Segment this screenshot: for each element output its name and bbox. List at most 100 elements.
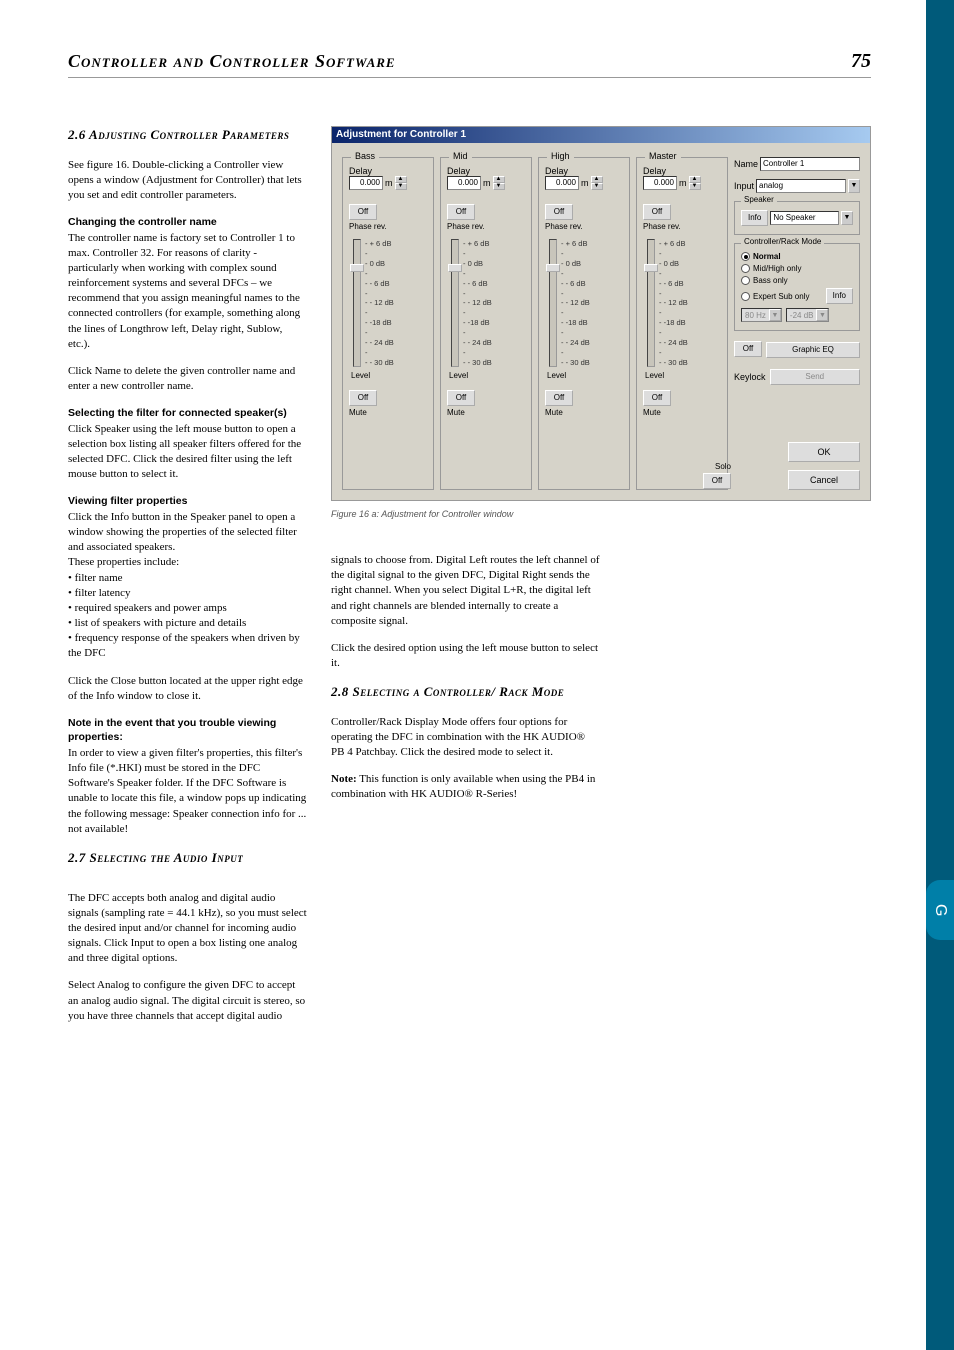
- phase-off-button[interactable]: Off: [447, 204, 475, 220]
- delay-input[interactable]: 0.000: [349, 176, 383, 190]
- chevron-down-icon[interactable]: ▼: [848, 179, 860, 193]
- slider-ticks: - + 6 dB-- 0 dB-- - 6 dB-- - 12 dB-- -18…: [365, 239, 394, 367]
- chevron-down-icon[interactable]: ▼: [493, 183, 505, 190]
- subheading: Changing the controller name: [68, 215, 307, 229]
- radio-bass[interactable]: [741, 276, 750, 285]
- adjustment-window: Adjustment for Controller 1 BassDelay0.0…: [331, 126, 871, 501]
- phase-off-button[interactable]: Off: [349, 204, 377, 220]
- speaker-info-button[interactable]: Info: [741, 210, 768, 226]
- list-item: list of speakers with picture and detail…: [68, 616, 307, 631]
- subheading: Viewing filter properties: [68, 494, 307, 508]
- window-titlebar: Adjustment for Controller 1: [332, 127, 870, 143]
- radio-label: Normal: [753, 252, 781, 261]
- group-legend: Speaker: [741, 195, 777, 204]
- spinner[interactable]: ▲▼: [689, 176, 701, 190]
- delay-input[interactable]: 0.000: [545, 176, 579, 190]
- solo-label: Solo: [715, 462, 731, 471]
- phase-label: Phase rev.: [349, 222, 427, 231]
- center-column-text: signals to choose from. Digital Left rou…: [331, 553, 601, 803]
- mute-label: Mute: [349, 408, 427, 417]
- level-slider[interactable]: [647, 239, 655, 367]
- radio-midhigh[interactable]: [741, 264, 750, 273]
- list-item: filter latency: [68, 586, 307, 601]
- phase-off-button[interactable]: Off: [643, 204, 671, 220]
- slider-thumb[interactable]: [350, 264, 364, 272]
- input-select[interactable]: analog: [756, 179, 846, 193]
- mode-info-button[interactable]: Info: [826, 288, 853, 304]
- mute-off-button[interactable]: Off: [349, 390, 377, 406]
- delay-input[interactable]: 0.000: [643, 176, 677, 190]
- list-item: frequency response of the speakers when …: [68, 631, 307, 661]
- chevron-down-icon[interactable]: ▼: [841, 211, 853, 225]
- right-panel: Name Controller 1 Input analog ▼ Speaker: [734, 157, 860, 490]
- speaker-group: Speaker Info No Speaker ▼: [734, 201, 860, 235]
- radio-label: Expert Sub only: [753, 292, 809, 301]
- channel-high: HighDelay0.000m▲▼OffPhase rev.- + 6 dB--…: [538, 157, 630, 490]
- subheading: Selecting the filter for connected speak…: [68, 406, 307, 420]
- section-2-8-heading: 2.8 Selecting a Controller/ Rack Mode: [331, 683, 601, 701]
- delay-unit: m: [385, 178, 393, 188]
- section-2-7-heading: 2.7 Selecting the Audio Input: [68, 849, 307, 867]
- spinner[interactable]: ▲▼: [395, 176, 407, 190]
- group-legend: Controller/Rack Mode: [741, 237, 824, 246]
- radio-label: Bass only: [753, 276, 788, 285]
- body-text: These properties include:: [68, 555, 307, 570]
- level-slider[interactable]: [549, 239, 557, 367]
- spinner[interactable]: ▲▼: [591, 176, 603, 190]
- body-text: Click the Info button in the Speaker pan…: [68, 510, 307, 556]
- body-text: Click Speaker using the left mouse butto…: [68, 422, 307, 483]
- send-button[interactable]: Send: [770, 369, 860, 385]
- body-text: The controller name is factory set to Co…: [68, 231, 307, 352]
- chevron-up-icon[interactable]: ▲: [395, 176, 407, 183]
- chevron-down-icon[interactable]: ▼: [591, 183, 603, 190]
- page-content: Controller and Controller Software 75 2.…: [0, 0, 926, 1076]
- slider-thumb[interactable]: [448, 264, 462, 272]
- mute-off-button[interactable]: Off: [447, 390, 475, 406]
- freq-select: 80 Hz▼: [741, 308, 782, 322]
- level-label: Level: [547, 371, 623, 380]
- controller-name-input[interactable]: Controller 1: [760, 157, 860, 171]
- solo-button[interactable]: Off: [703, 473, 731, 489]
- geq-off-button[interactable]: Off: [734, 341, 762, 357]
- level-slider[interactable]: [353, 239, 361, 367]
- channel-legend: High: [547, 151, 574, 161]
- mute-off-button[interactable]: Off: [643, 390, 671, 406]
- list-item: filter name: [68, 571, 307, 586]
- chevron-up-icon[interactable]: ▲: [493, 176, 505, 183]
- section-2-6-heading: 2.6 Adjusting Controller Parameters: [68, 126, 307, 144]
- radio-expert[interactable]: [741, 292, 750, 301]
- channel-bass: BassDelay0.000m▲▼OffPhase rev.- + 6 dB--…: [342, 157, 434, 490]
- chevron-down-icon[interactable]: ▼: [395, 183, 407, 190]
- body-text: Click the desired option using the left …: [331, 641, 601, 671]
- section-tab: G: [926, 880, 954, 940]
- mode-group: Controller/Rack Mode Normal Mid/High onl…: [734, 243, 860, 331]
- body-text: signals to choose from. Digital Left rou…: [331, 553, 601, 629]
- chevron-down-icon[interactable]: ▼: [689, 183, 701, 190]
- body-text: Click the Close button located at the up…: [68, 674, 307, 704]
- level-slider[interactable]: [451, 239, 459, 367]
- delay-label: Delay: [447, 166, 525, 176]
- graphic-eq-button[interactable]: Graphic EQ: [766, 342, 860, 358]
- body-text: The DFC accepts both analog and digital …: [68, 891, 307, 967]
- cancel-button[interactable]: Cancel: [788, 470, 860, 490]
- slider-thumb[interactable]: [546, 264, 560, 272]
- keylock-label: Keylock: [734, 372, 766, 382]
- chevron-up-icon[interactable]: ▲: [689, 176, 701, 183]
- radio-normal[interactable]: [741, 252, 750, 261]
- channel-legend: Master: [645, 151, 681, 161]
- delay-input[interactable]: 0.000: [447, 176, 481, 190]
- phase-label: Phase rev.: [643, 222, 721, 231]
- chapter-title: Controller and Controller Software: [68, 51, 396, 72]
- mute-off-button[interactable]: Off: [545, 390, 573, 406]
- header: Controller and Controller Software 75: [68, 50, 871, 78]
- channel-legend: Mid: [449, 151, 472, 161]
- delay-unit: m: [483, 178, 491, 188]
- slider-thumb[interactable]: [644, 264, 658, 272]
- channel-legend: Bass: [351, 151, 379, 161]
- chevron-up-icon[interactable]: ▲: [591, 176, 603, 183]
- name-label: Name: [734, 159, 758, 169]
- ok-button[interactable]: OK: [788, 442, 860, 462]
- phase-off-button[interactable]: Off: [545, 204, 573, 220]
- speaker-select[interactable]: No Speaker: [770, 211, 839, 225]
- spinner[interactable]: ▲▼: [493, 176, 505, 190]
